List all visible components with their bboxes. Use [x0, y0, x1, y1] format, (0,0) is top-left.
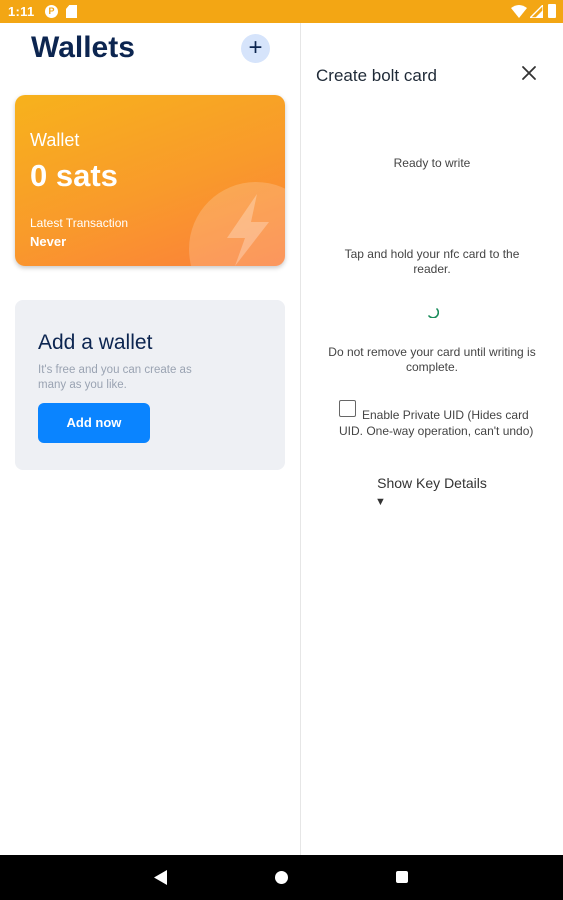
add-wallet-title: Add a wallet: [38, 331, 153, 354]
close-button[interactable]: [517, 61, 541, 85]
wallet-card[interactable]: Wallet 0 sats Latest Transaction Never: [15, 95, 285, 266]
write-status: Ready to write: [393, 156, 471, 170]
recents-icon[interactable]: [396, 871, 408, 883]
sd-card-icon: [66, 5, 77, 18]
create-bolt-card-panel: Create bolt card Ready to write Tap and …: [301, 23, 563, 855]
close-icon: [522, 66, 536, 80]
wallet-balance: 0 sats: [30, 158, 118, 193]
status-time: 1:11: [8, 4, 35, 19]
plus-icon: +: [248, 34, 263, 61]
wifi-icon: [511, 5, 527, 18]
add-wallet-subtitle: It's free and you can create as many as …: [38, 364, 192, 391]
app-screen: 1:11 P Wallets + Wallet 0 sats Latest Tr…: [0, 0, 563, 900]
battery-icon: [548, 4, 556, 18]
wallet-name: Wallet: [30, 130, 80, 150]
nfc-instruction: Tap and hold your nfc card to the reader…: [344, 247, 520, 276]
navigation-bar: [0, 855, 563, 900]
latest-transaction-value: Never: [30, 234, 67, 249]
latest-transaction-label: Latest Transaction: [30, 216, 129, 230]
triangle-down-icon[interactable]: ▼: [375, 496, 386, 508]
status-bar: 1:11 P: [0, 0, 563, 23]
page-title: Wallets: [31, 31, 135, 64]
signal-icon: [530, 5, 543, 18]
add-wallet-icon-button[interactable]: +: [241, 34, 270, 63]
home-icon[interactable]: [275, 871, 288, 884]
back-icon[interactable]: [154, 870, 167, 885]
panel-title: Create bolt card: [316, 66, 437, 85]
private-uid-label[interactable]: Enable Private UID (Hides card UID. One-…: [339, 408, 534, 439]
do-not-remove-warning: Do not remove your card until writing is…: [328, 345, 536, 374]
lightning-bolt-icon: [227, 194, 269, 266]
show-key-details-toggle[interactable]: Show Key Details: [301, 475, 563, 491]
wallets-panel: Wallets + Wallet 0 sats Latest Transacti…: [0, 23, 300, 855]
p-notification-icon: P: [45, 5, 58, 18]
loading-spinner-icon: [428, 308, 439, 318]
add-now-button[interactable]: Add now: [38, 403, 150, 443]
add-wallet-card: Add a wallet It's free and you can creat…: [15, 300, 285, 470]
